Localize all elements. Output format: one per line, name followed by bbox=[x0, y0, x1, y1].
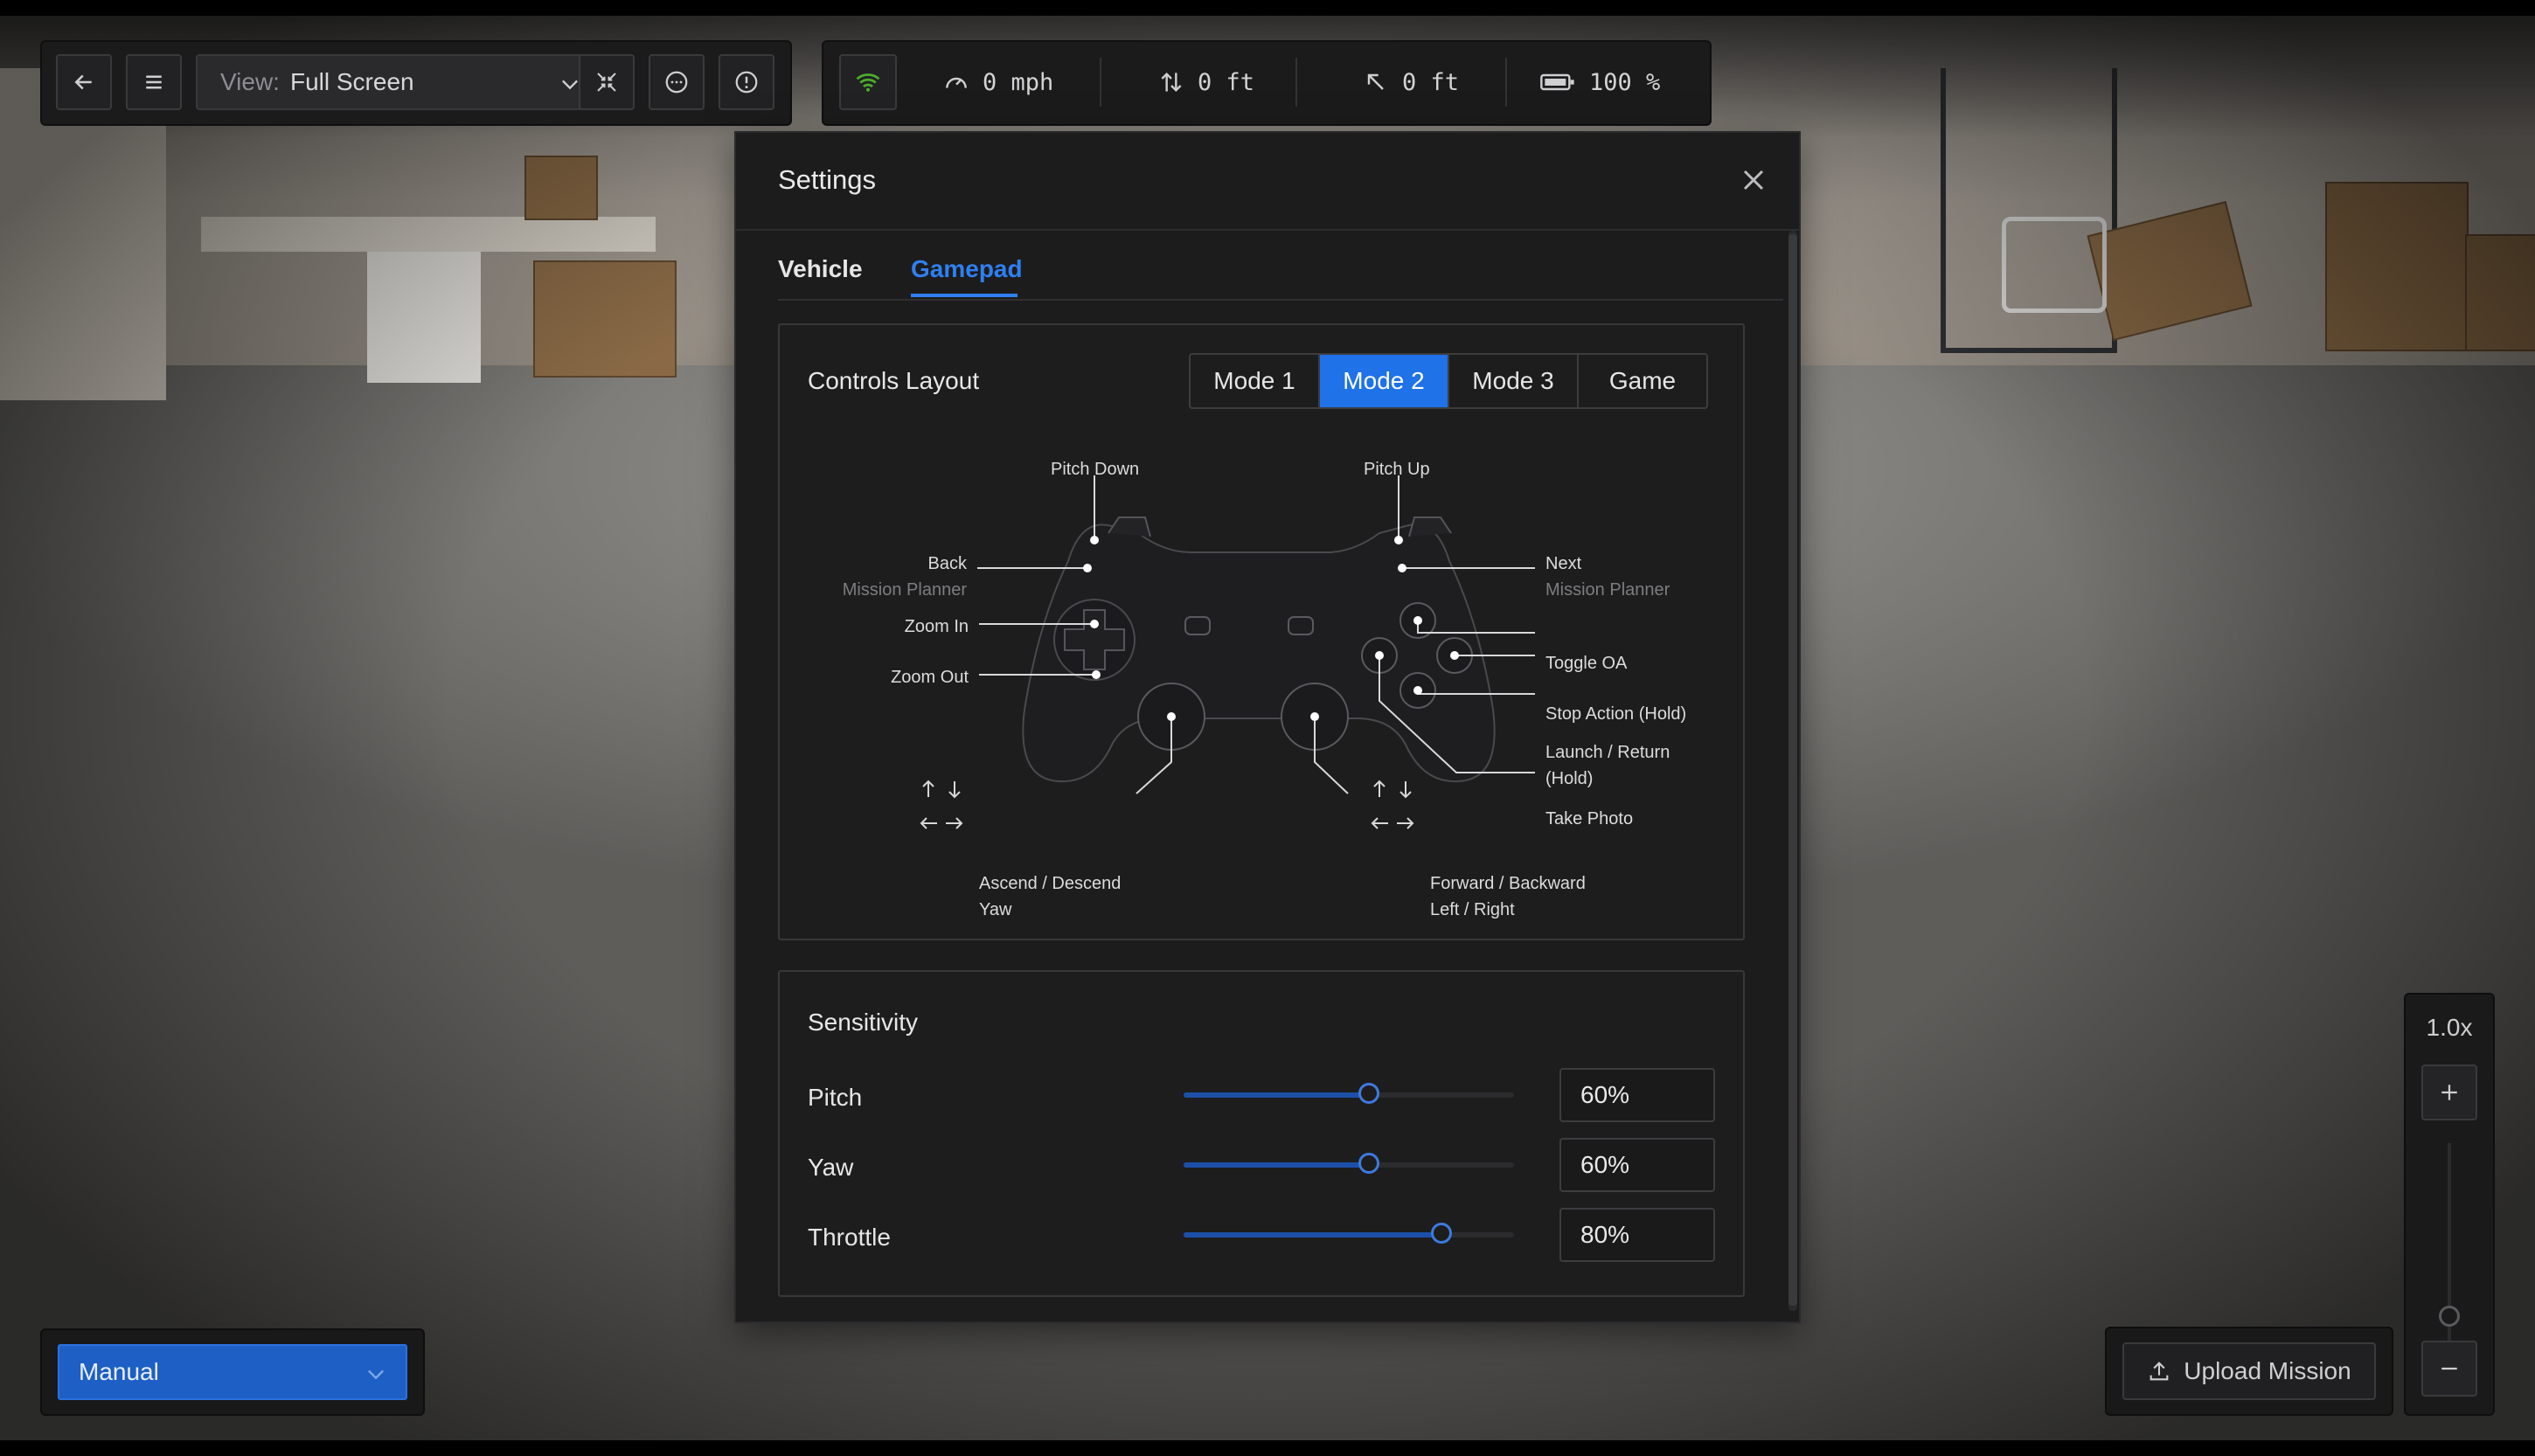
flight-mode-value: Manual bbox=[79, 1358, 159, 1385]
label-launch-return-sub: (Hold) bbox=[1545, 769, 1594, 788]
view-select-value: Full Screen bbox=[289, 68, 414, 95]
zoom-level: 1.0x bbox=[2426, 1014, 2473, 1041]
tab-gamepad[interactable]: Gamepad bbox=[911, 255, 1023, 283]
slider-fill bbox=[1184, 1162, 1369, 1168]
up-down-arrows-icon bbox=[1161, 72, 1182, 93]
divider bbox=[1295, 58, 1297, 107]
chevron-down-icon bbox=[368, 1369, 384, 1380]
slider-fill bbox=[1184, 1092, 1369, 1098]
yaw-label: Yaw bbox=[808, 1154, 854, 1181]
throttle-label: Throttle bbox=[808, 1224, 891, 1251]
upload-mission-panel: Upload Mission bbox=[2107, 1328, 2392, 1414]
label-zoom-out: Zoom Out bbox=[891, 668, 969, 687]
info-button[interactable] bbox=[719, 54, 774, 110]
label-yaw: Yaw bbox=[979, 900, 1012, 919]
mode-1-button[interactable]: Mode 1 bbox=[1191, 355, 1320, 407]
zoom-slider-handle[interactable] bbox=[2439, 1306, 2460, 1327]
label-stop-action: Stop Action (Hold) bbox=[1545, 704, 1687, 724]
label-toggle-oa: Toggle OA bbox=[1545, 654, 1628, 673]
label-pitch-up: Pitch Up bbox=[1364, 460, 1430, 479]
wifi-icon bbox=[856, 73, 880, 92]
label-pitch-down: Pitch Down bbox=[1051, 460, 1140, 479]
hamburger-icon bbox=[146, 75, 162, 89]
speed-readout: 0 mph bbox=[942, 42, 1053, 122]
throttle-slider[interactable] bbox=[1184, 1223, 1514, 1244]
label-ascend-descend: Ascend / Descend bbox=[979, 874, 1122, 893]
flight-mode-panel: Manual bbox=[42, 1330, 423, 1414]
mode-2-button[interactable]: Mode 2 bbox=[1320, 355, 1449, 407]
battery-value: 100 % bbox=[1589, 68, 1661, 96]
view-select[interactable]: View: Full Screen bbox=[196, 54, 603, 110]
arrow-left-icon bbox=[74, 74, 92, 90]
zoom-in-button[interactable] bbox=[2421, 1064, 2477, 1120]
plus-icon bbox=[2441, 1085, 2457, 1100]
gamepad-diagram: Pitch Down Pitch Up Back Mission Planner… bbox=[780, 430, 1747, 919]
alert-icon bbox=[735, 71, 758, 94]
label-take-photo: Take Photo bbox=[1545, 809, 1634, 829]
collapse-icon bbox=[597, 73, 616, 92]
label-left-right: Left / Right bbox=[1430, 900, 1515, 919]
slider-fill bbox=[1184, 1232, 1441, 1238]
active-tab-indicator bbox=[911, 294, 1017, 297]
slider-handle[interactable] bbox=[1358, 1083, 1379, 1104]
diagonal-arrow-icon bbox=[1367, 73, 1384, 90]
label-back-sub: Mission Planner bbox=[842, 580, 967, 600]
yaw-slider[interactable] bbox=[1184, 1153, 1514, 1174]
mode-3-button[interactable]: Mode 3 bbox=[1449, 355, 1579, 407]
distance-value: 0 ft bbox=[1402, 68, 1460, 96]
close-icon[interactable] bbox=[1736, 163, 1771, 198]
yaw-value-field[interactable]: 60% bbox=[1559, 1138, 1715, 1192]
label-next-sub: Mission Planner bbox=[1545, 580, 1670, 600]
game-mode-button[interactable]: Game bbox=[1579, 355, 1706, 407]
chat-button[interactable] bbox=[649, 54, 705, 110]
tab-bar: Vehicle Gamepad bbox=[778, 246, 1783, 301]
dialog-title: Settings bbox=[778, 164, 877, 195]
minus-icon bbox=[2441, 1367, 2457, 1370]
divider bbox=[1100, 58, 1101, 107]
altitude-value: 0 ft bbox=[1198, 68, 1255, 96]
signal-button[interactable] bbox=[839, 54, 897, 110]
speedometer-icon bbox=[946, 77, 967, 88]
throttle-value-field[interactable]: 80% bbox=[1559, 1208, 1715, 1262]
label-zoom-in: Zoom In bbox=[904, 617, 969, 636]
settings-dialog: Settings Vehicle Gamepad Controls Layout… bbox=[736, 133, 1799, 1321]
sensitivity-title: Sensitivity bbox=[808, 1009, 919, 1036]
slider-handle[interactable] bbox=[1358, 1153, 1379, 1174]
view-select-label: View: bbox=[220, 68, 280, 95]
speed-value: 0 mph bbox=[983, 68, 1054, 96]
zoom-out-button[interactable] bbox=[2421, 1341, 2477, 1397]
altitude-readout: 0 ft bbox=[1157, 42, 1254, 122]
upload-mission-label: Upload Mission bbox=[2184, 1357, 2351, 1384]
mode-segmented-control: Mode 1 Mode 2 Mode 3 Game bbox=[1189, 353, 1708, 409]
controls-layout-title: Controls Layout bbox=[808, 367, 980, 394]
battery-readout: 100 % bbox=[1538, 42, 1660, 122]
pitch-label: Pitch bbox=[808, 1084, 863, 1111]
battery-icon bbox=[1540, 73, 1574, 91]
menu-button[interactable] bbox=[126, 54, 182, 110]
controls-layout-card: Controls Layout Mode 1 Mode 2 Mode 3 Gam… bbox=[778, 323, 1745, 940]
zoom-control: 1.0x bbox=[2406, 995, 2493, 1414]
divider bbox=[1505, 58, 1507, 107]
distance-readout: 0 ft bbox=[1362, 42, 1459, 122]
fullscreen-button[interactable] bbox=[579, 54, 635, 110]
tab-vehicle[interactable]: Vehicle bbox=[778, 255, 863, 283]
dialog-header: Settings bbox=[736, 133, 1799, 231]
label-forward-backward: Forward / Backward bbox=[1430, 874, 1586, 893]
top-toolbar: View: Full Screen bbox=[42, 42, 790, 124]
slider-handle[interactable] bbox=[1430, 1223, 1452, 1244]
label-next: Next bbox=[1545, 554, 1582, 573]
back-button[interactable] bbox=[56, 54, 112, 110]
upload-mission-button[interactable]: Upload Mission bbox=[2122, 1342, 2376, 1400]
pitch-value-field[interactable]: 60% bbox=[1559, 1068, 1715, 1122]
scrollbar-thumb[interactable] bbox=[1788, 234, 1797, 1306]
pitch-slider[interactable] bbox=[1184, 1083, 1514, 1104]
chat-icon bbox=[665, 71, 688, 94]
flight-mode-select[interactable]: Manual bbox=[58, 1344, 407, 1400]
label-back: Back bbox=[927, 554, 967, 573]
upload-icon bbox=[2150, 1362, 2169, 1381]
sensitivity-card: Sensitivity Pitch 60% Yaw 60% Throttle 8… bbox=[778, 970, 1745, 1297]
label-launch-return: Launch / Return bbox=[1545, 743, 1670, 762]
telemetry-bar: 0 mph 0 ft 0 ft 100 % bbox=[823, 42, 1710, 124]
